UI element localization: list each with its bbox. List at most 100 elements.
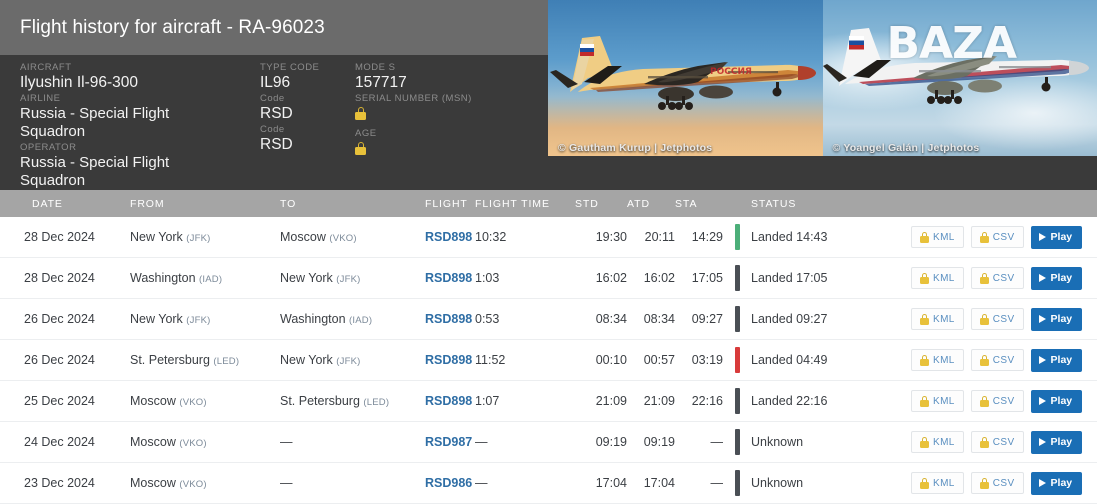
play-label: Play	[1051, 313, 1073, 325]
flight-number-link[interactable]: RSD987	[425, 435, 472, 449]
flight-number-link[interactable]: RSD898	[425, 394, 472, 408]
aircraft-photo-1[interactable]: POCCИЯ © Gautham Kurup | Jetphotos	[548, 0, 823, 156]
cell-std: 00:10	[575, 353, 627, 367]
table-row[interactable]: 24 Dec 2024 Moscow (VKO) — RSD987 — 09:1…	[0, 422, 1097, 463]
csv-download-button[interactable]: CSV	[971, 226, 1024, 248]
status-bar	[735, 388, 740, 414]
from-city: Washington	[130, 271, 196, 285]
table-row[interactable]: 23 Dec 2024 Moscow (VKO) — RSD986 — 17:0…	[0, 463, 1097, 504]
csv-label: CSV	[993, 232, 1015, 243]
lock-icon	[920, 396, 929, 407]
from-city: St. Petersburg	[130, 353, 210, 367]
kml-download-button[interactable]: KML	[911, 308, 964, 330]
flight-number-link[interactable]: RSD898	[425, 230, 472, 244]
to-city: New York	[280, 271, 333, 285]
cell-flight: RSD986	[425, 476, 475, 490]
cell-std: 19:30	[575, 230, 627, 244]
airline-code-label: Code	[260, 92, 355, 105]
play-icon	[1039, 315, 1046, 323]
cell-sta: 09:27	[675, 312, 723, 326]
airline-value: Russia - Special Flight Squadron	[20, 105, 200, 141]
cell-date: 26 Dec 2024	[0, 353, 130, 367]
table-row[interactable]: 28 Dec 2024 Washington (IAD) New York (J…	[0, 258, 1097, 299]
lock-icon	[980, 437, 989, 448]
cell-to: Moscow (VKO)	[280, 230, 425, 244]
cell-status-indicator	[723, 224, 751, 250]
cell-std: 09:19	[575, 435, 627, 449]
aircraft-photo-2[interactable]: BAZA © Yoangel Galán | Jetphotos	[823, 0, 1097, 156]
lock-icon	[980, 396, 989, 407]
cell-atd: 17:04	[627, 476, 675, 490]
csv-download-button[interactable]: CSV	[971, 267, 1024, 289]
kml-download-button[interactable]: KML	[911, 349, 964, 371]
from-airport-code: (LED)	[213, 356, 239, 367]
cell-atd: 21:09	[627, 394, 675, 408]
cell-status-indicator	[723, 306, 751, 332]
flight-number-link[interactable]: RSD898	[425, 271, 472, 285]
type-code-value: IL96	[260, 74, 355, 92]
cell-flight: RSD987	[425, 435, 475, 449]
cell-actions: KML CSV Play	[911, 308, 1097, 331]
play-button[interactable]: Play	[1031, 226, 1083, 249]
kml-download-button[interactable]: KML	[911, 226, 964, 248]
cell-to: —	[280, 476, 425, 490]
status-bar	[735, 306, 740, 332]
csv-label: CSV	[993, 437, 1015, 448]
play-button[interactable]: Play	[1031, 472, 1083, 495]
table-row[interactable]: 26 Dec 2024 New York (JFK) Washington (I…	[0, 299, 1097, 340]
play-button[interactable]: Play	[1031, 349, 1083, 372]
column-header-date[interactable]: DATE	[0, 198, 130, 210]
column-header-status[interactable]: STATUS	[751, 198, 911, 210]
column-header-atd[interactable]: ATD	[627, 198, 675, 210]
csv-download-button[interactable]: CSV	[971, 431, 1024, 453]
play-button[interactable]: Play	[1031, 308, 1083, 331]
to-city: New York	[280, 353, 333, 367]
flight-number-link[interactable]: RSD898	[425, 353, 472, 367]
play-button[interactable]: Play	[1031, 267, 1083, 290]
cell-actions: KML CSV Play	[911, 431, 1097, 454]
table-body: 28 Dec 2024 New York (JFK) Moscow (VKO) …	[0, 217, 1097, 504]
cell-std: 16:02	[575, 271, 627, 285]
svg-text:POCCИЯ: POCCИЯ	[710, 67, 752, 77]
cell-status-indicator	[723, 388, 751, 414]
column-header-to[interactable]: TO	[280, 198, 425, 210]
kml-download-button[interactable]: KML	[911, 390, 964, 412]
from-city: New York	[130, 312, 183, 326]
status-bar	[735, 347, 740, 373]
table-row[interactable]: 28 Dec 2024 New York (JFK) Moscow (VKO) …	[0, 217, 1097, 258]
cell-sta: 17:05	[675, 271, 723, 285]
to-city: —	[280, 435, 293, 449]
csv-label: CSV	[993, 273, 1015, 284]
cell-from: Moscow (VKO)	[130, 394, 280, 408]
table-row[interactable]: 26 Dec 2024 St. Petersburg (LED) New Yor…	[0, 340, 1097, 381]
from-city: New York	[130, 230, 183, 244]
play-button[interactable]: Play	[1031, 390, 1083, 413]
column-header-flight-time[interactable]: FLIGHT TIME	[475, 198, 575, 210]
column-header-sta[interactable]: STA	[675, 198, 723, 210]
table-row[interactable]: 25 Dec 2024 Moscow (VKO) St. Petersburg …	[0, 381, 1097, 422]
column-header-std[interactable]: STD	[575, 198, 627, 210]
cell-status: Unknown	[751, 435, 911, 449]
flight-number-link[interactable]: RSD986	[425, 476, 472, 490]
csv-download-button[interactable]: CSV	[971, 308, 1024, 330]
lock-icon	[920, 314, 929, 325]
csv-download-button[interactable]: CSV	[971, 472, 1024, 494]
cell-actions: KML CSV Play	[911, 267, 1097, 290]
csv-download-button[interactable]: CSV	[971, 390, 1024, 412]
play-button[interactable]: Play	[1031, 431, 1083, 454]
kml-label: KML	[933, 314, 955, 325]
column-header-flight[interactable]: FLIGHT	[425, 198, 475, 210]
cell-std: 21:09	[575, 394, 627, 408]
kml-download-button[interactable]: KML	[911, 431, 964, 453]
kml-download-button[interactable]: KML	[911, 267, 964, 289]
kml-download-button[interactable]: KML	[911, 472, 964, 494]
status-bar	[735, 470, 740, 496]
lock-icon	[980, 478, 989, 489]
csv-label: CSV	[993, 314, 1015, 325]
cell-status-indicator	[723, 347, 751, 373]
cell-actions: KML CSV Play	[911, 472, 1097, 495]
flight-number-link[interactable]: RSD898	[425, 312, 472, 326]
column-header-from[interactable]: FROM	[130, 198, 280, 210]
csv-download-button[interactable]: CSV	[971, 349, 1024, 371]
type-code-label: TYPE CODE	[260, 61, 355, 74]
